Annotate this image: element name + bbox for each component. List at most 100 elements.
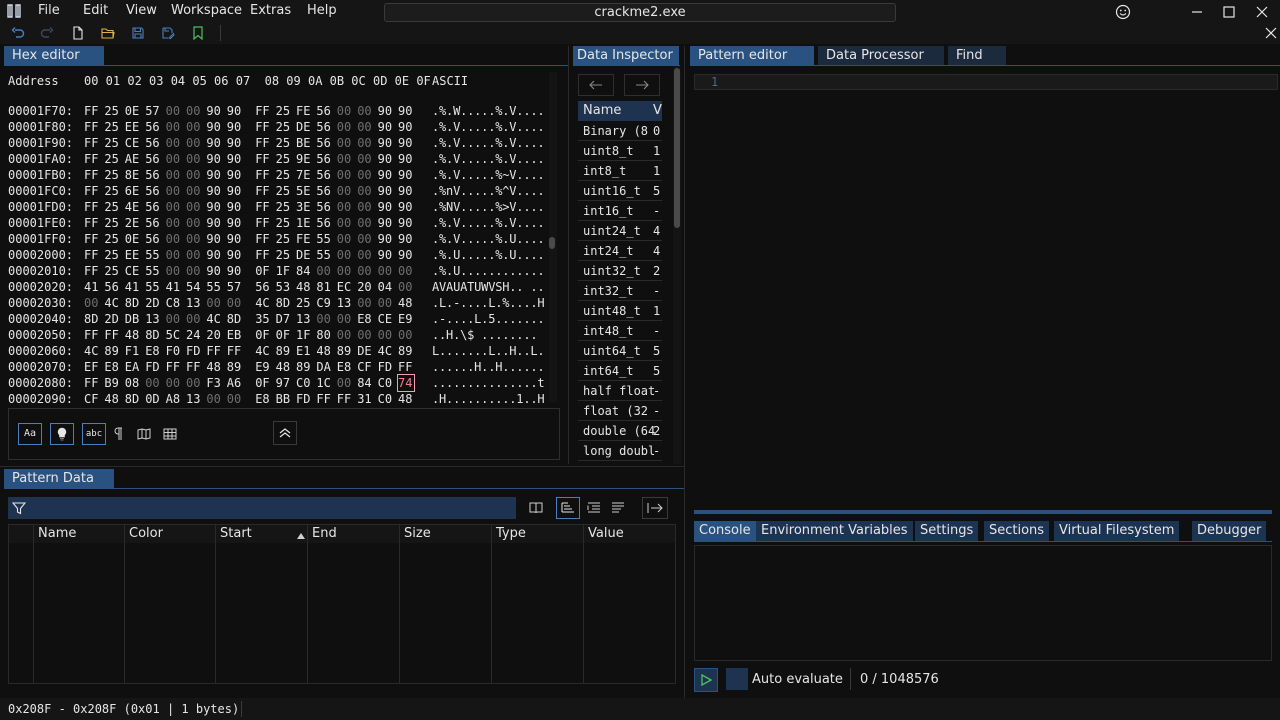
tab-sections[interactable]: Sections xyxy=(984,521,1050,541)
hex-byte[interactable]: 90 xyxy=(398,215,414,231)
hex-ascii[interactable]: .%.V.....%.V.... xyxy=(432,135,544,151)
hex-byte[interactable]: 8D xyxy=(84,311,100,327)
hex-byte[interactable]: 13 xyxy=(145,311,161,327)
hex-byte[interactable]: DB xyxy=(125,311,141,327)
hex-byte[interactable]: A8 xyxy=(166,391,182,407)
hex-byte[interactable]: 25 xyxy=(276,135,292,151)
hex-byte[interactable]: 1C xyxy=(316,375,332,391)
inspector-row-value[interactable]: 5 xyxy=(650,361,662,381)
hex-byte[interactable]: D7 xyxy=(276,311,292,327)
hex-byte[interactable]: 56 xyxy=(316,119,332,135)
hex-byte[interactable]: 2E xyxy=(125,215,141,231)
hex-byte[interactable]: EE xyxy=(125,247,141,263)
hex-byte[interactable]: 54 xyxy=(186,279,202,295)
hex-byte[interactable]: 00 xyxy=(378,295,394,311)
hex-byte[interactable]: 90 xyxy=(206,151,222,167)
hex-byte[interactable]: 00 xyxy=(206,391,222,407)
hex-byte[interactable]: 90 xyxy=(227,247,243,263)
inspector-row-value[interactable]: 2 xyxy=(650,421,662,441)
hex-byte[interactable]: 00 xyxy=(145,375,161,391)
hex-byte[interactable]: 90 xyxy=(206,183,222,199)
hex-byte[interactable]: FF xyxy=(84,215,100,231)
hex-byte[interactable]: C0 xyxy=(296,375,312,391)
hex-byte[interactable]: FF xyxy=(84,151,100,167)
menu-workspace[interactable]: Workspace xyxy=(171,3,242,18)
hex-row[interactable]: 00001FD0: FF 25 4E 56 00 00 90 90 FF 25 3E 56 00 00 90 9… xyxy=(8,199,544,215)
hex-byte[interactable]: 55 xyxy=(145,263,161,279)
hex-byte[interactable]: 97 xyxy=(276,375,292,391)
hex-byte[interactable]: 13 xyxy=(296,311,312,327)
hex-byte[interactable]: DE xyxy=(357,343,373,359)
hex-byte[interactable]: 7E xyxy=(296,167,312,183)
hex-byte[interactable]: 00 xyxy=(357,103,373,119)
hex-byte[interactable]: 25 xyxy=(104,135,120,151)
hex-byte[interactable]: 55 xyxy=(206,279,222,295)
hex-byte[interactable]: E9 xyxy=(398,311,414,327)
hex-byte[interactable]: CF xyxy=(357,359,373,375)
hex-byte[interactable]: BB xyxy=(276,391,292,407)
hex-row[interactable]: 00002020: 41 56 41 55 41 54 55 57 56 53 48 81 EC 20 04 0… xyxy=(8,279,544,295)
hex-byte[interactable]: 56 xyxy=(145,167,161,183)
hex-byte[interactable]: 25 xyxy=(104,263,120,279)
hex-byte[interactable]: 00 xyxy=(357,215,373,231)
hex-byte[interactable]: FF xyxy=(84,247,100,263)
book-icon[interactable] xyxy=(524,497,548,519)
hex-byte[interactable]: FE xyxy=(296,103,312,119)
hex-byte[interactable]: E8 xyxy=(145,343,161,359)
hex-row[interactable]: 00002060: 4C 89 F1 E8 F0 FD FF FF 4C 89 E1 48 89 DE 4C 8… xyxy=(8,343,544,359)
hex-byte[interactable]: 00 xyxy=(166,103,182,119)
hex-byte[interactable]: 00 xyxy=(357,327,373,343)
hex-byte[interactable]: 25 xyxy=(276,247,292,263)
col-type[interactable]: Type xyxy=(492,525,526,543)
hex-ascii[interactable]: L.......L..H..L. xyxy=(432,343,544,359)
hex-byte[interactable]: 4C xyxy=(255,343,271,359)
hex-byte[interactable]: 90 xyxy=(398,119,414,135)
hex-byte[interactable]: 25 xyxy=(276,231,292,247)
hex-byte[interactable]: EA xyxy=(125,359,141,375)
hex-byte[interactable]: 4C xyxy=(378,343,394,359)
hex-row[interactable]: 00002090: CF 48 8D 0D A8 13 00 00 E8 BB FD FF FF 31 C0 4… xyxy=(8,391,544,407)
hex-byte[interactable]: 90 xyxy=(398,151,414,167)
hex-row[interactable]: 00002050: FF FF 48 8D 5C 24 20 EB 0F 0F 1F 80 00 00 00 0… xyxy=(8,327,538,343)
inspector-row-value[interactable]: 0 xyxy=(650,121,662,141)
hex-byte[interactable]: 89 xyxy=(296,359,312,375)
hex-byte[interactable]: 00 xyxy=(166,231,182,247)
hex-row[interactable]: 00002080: FF B9 08 00 00 00 F3 A6 0F 97 C0 1C 00 84 C0 7… xyxy=(8,374,544,392)
hex-byte[interactable]: 90 xyxy=(227,167,243,183)
hex-byte[interactable]: 00 xyxy=(316,263,332,279)
hex-byte[interactable]: 25 xyxy=(104,151,120,167)
hex-byte[interactable]: 00 xyxy=(337,231,353,247)
hex-byte[interactable]: 0D xyxy=(145,391,161,407)
hex-byte[interactable]: 00 xyxy=(357,151,373,167)
hex-byte[interactable]: 48 xyxy=(276,359,292,375)
hex-byte[interactable]: FF xyxy=(84,135,100,151)
hex-byte[interactable]: 13 xyxy=(186,295,202,311)
hex-byte[interactable]: 20 xyxy=(206,327,222,343)
inspector-row-value[interactable]: 2 xyxy=(650,261,662,281)
hex-row[interactable]: 00002040: 8D 2D DB 13 00 00 4C 8D 35 D7 13 00 00 E8 CE E… xyxy=(8,311,544,327)
tab-environment-variables[interactable]: Environment Variables xyxy=(756,521,913,541)
hex-byte[interactable]: 9E xyxy=(296,151,312,167)
hex-byte[interactable]: FF xyxy=(337,391,353,407)
hex-byte[interactable]: 00 xyxy=(186,263,202,279)
hex-row[interactable]: 00001FE0: FF 25 2E 56 00 00 90 90 FF 25 1E 56 00 00 90 9… xyxy=(8,215,544,231)
hex-byte[interactable]: B9 xyxy=(104,375,120,391)
hex-byte[interactable]: FF xyxy=(255,183,271,199)
hex-byte[interactable]: 90 xyxy=(378,151,394,167)
hex-byte[interactable]: 90 xyxy=(227,263,243,279)
highlight-button[interactable] xyxy=(50,423,74,445)
hex-byte[interactable]: C0 xyxy=(378,391,394,407)
hex-byte[interactable]: 89 xyxy=(104,343,120,359)
tab-settings[interactable]: Settings xyxy=(915,521,979,541)
hex-byte[interactable]: 84 xyxy=(357,375,373,391)
inspector-row-value[interactable]: 1 xyxy=(650,141,662,161)
redo-icon[interactable] xyxy=(39,25,55,41)
menu-view[interactable]: View xyxy=(126,3,157,18)
hex-byte[interactable]: 90 xyxy=(227,199,243,215)
hex-byte[interactable]: 4C xyxy=(255,295,271,311)
hex-byte[interactable]: 00 xyxy=(186,119,202,135)
hex-byte[interactable]: 90 xyxy=(378,199,394,215)
hex-byte[interactable]: FD xyxy=(378,359,394,375)
hex-byte[interactable]: 00 xyxy=(398,279,414,295)
hex-byte[interactable]: 00 xyxy=(378,327,394,343)
